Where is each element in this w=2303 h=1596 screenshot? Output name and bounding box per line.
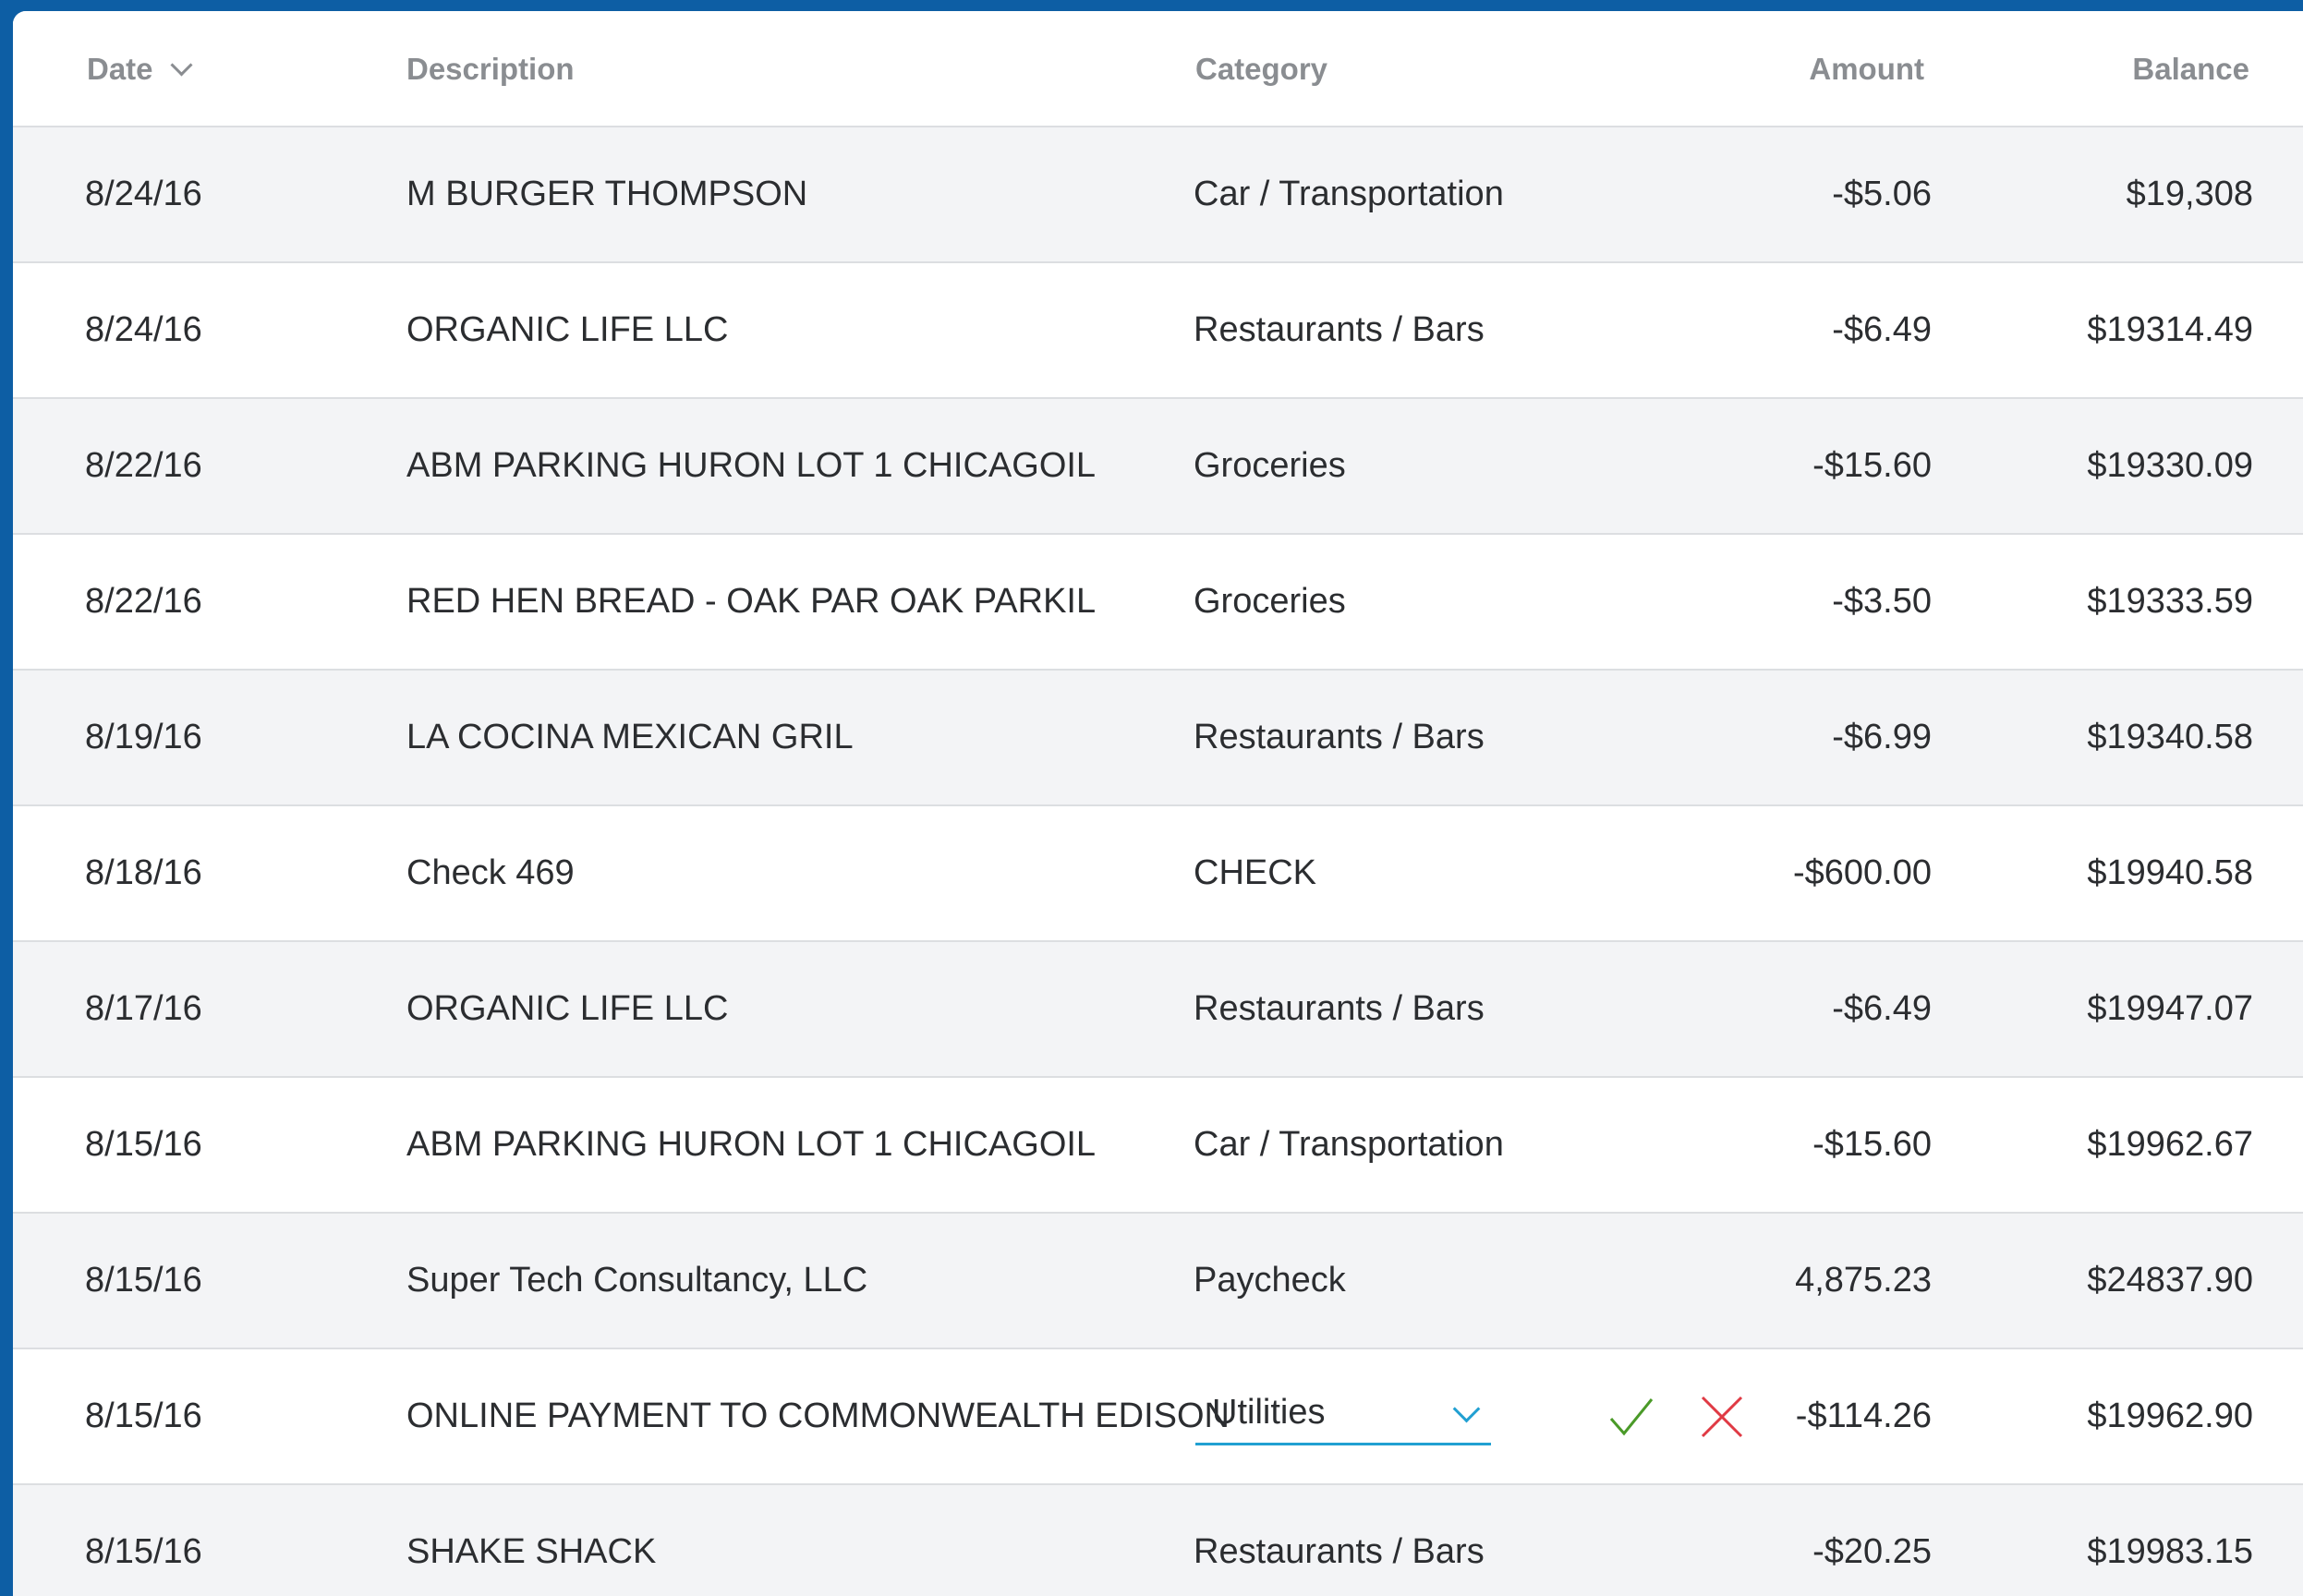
row-description: ABM PARKING HURON LOT 1 CHICAGOIL (406, 1125, 1097, 1164)
row-balance: $19983.15 (2087, 1532, 2253, 1571)
row-amount: -$20.25 (1812, 1532, 1932, 1571)
confirm-category-button[interactable] (1602, 1349, 1661, 1483)
row-amount: -$6.49 (1832, 989, 1932, 1028)
row-balance: $24837.90 (2087, 1261, 2253, 1300)
row-date: 8/19/16 (85, 718, 202, 756)
row-balance: $19333.59 (2087, 582, 2253, 621)
row-description: M BURGER THOMPSON (406, 175, 808, 213)
row-description: Super Tech Consultancy, LLC (406, 1261, 868, 1300)
row-category[interactable]: Restaurants / Bars (1194, 942, 1485, 1076)
row-category[interactable]: CHECK (1194, 806, 1316, 940)
row-category[interactable]: Restaurants / Bars (1194, 263, 1485, 397)
row-category[interactable]: Car / Transportation (1194, 127, 1504, 261)
row-category[interactable]: Groceries (1194, 399, 1346, 533)
row-amount: -$3.50 (1832, 582, 1932, 621)
category-dropdown[interactable]: Utilities (1195, 1383, 1491, 1445)
row-category[interactable]: Groceries (1194, 535, 1346, 669)
row-category[interactable]: Restaurants / Bars (1194, 671, 1485, 804)
column-header-balance[interactable]: Balance (2132, 11, 2249, 127)
row-date: 8/22/16 (85, 582, 202, 621)
table-header: Date Description Category Amount Balance (13, 11, 2303, 127)
row-category[interactable]: Car / Transportation (1194, 1078, 1504, 1212)
checkmark-icon (1609, 1397, 1654, 1435)
row-amount: -$5.06 (1832, 175, 1932, 213)
column-header-description[interactable]: Description (406, 11, 575, 127)
column-header-amount[interactable]: Amount (1809, 11, 1924, 127)
row-description: RED HEN BREAD - OAK PAR OAK PARKIL (406, 582, 1097, 621)
row-balance: $19940.58 (2087, 853, 2253, 892)
row-amount: -$15.60 (1812, 1125, 1932, 1164)
table-row[interactable]: 8/22/16 ABM PARKING HURON LOT 1 CHICAGOI… (13, 399, 2303, 535)
row-date: 8/15/16 (85, 1261, 202, 1300)
table-row[interactable]: 8/17/16 ORGANIC LIFE LLC Restaurants / B… (13, 942, 2303, 1078)
row-description: ONLINE PAYMENT TO COMMONWEALTH EDISON (406, 1396, 1230, 1435)
row-category[interactable]: Restaurants / Bars (1194, 1485, 1485, 1596)
row-description: ORGANIC LIFE LLC (406, 310, 729, 349)
row-balance: $19330.09 (2087, 446, 2253, 485)
row-balance: $19947.07 (2087, 989, 2253, 1028)
sort-chevron-down-icon[interactable] (170, 53, 193, 77)
row-amount: -$600.00 (1792, 853, 1932, 892)
transaction-rows: 8/24/16 M BURGER THOMPSON Car / Transpor… (13, 127, 2303, 1596)
row-amount: -$114.26 (1795, 1396, 1932, 1435)
row-balance: $19962.67 (2087, 1125, 2253, 1164)
row-date: 8/22/16 (85, 446, 202, 485)
row-description: Check 469 (406, 853, 575, 892)
row-description: ORGANIC LIFE LLC (406, 989, 729, 1028)
table-row[interactable]: 8/19/16 LA COCINA MEXICAN GRIL Restauran… (13, 671, 2303, 806)
row-description: SHAKE SHACK (406, 1532, 657, 1571)
row-date: 8/24/16 (85, 175, 202, 213)
row-balance: $19314.49 (2087, 310, 2253, 349)
row-balance: $19962.90 (2087, 1396, 2253, 1435)
table-row[interactable]: 8/18/16 Check 469 CHECK -$600.00 $19940.… (13, 806, 2303, 942)
row-date: 8/15/16 (85, 1532, 202, 1571)
table-row[interactable]: 8/15/16 SHAKE SHACK Restaurants / Bars -… (13, 1485, 2303, 1596)
row-date: 8/15/16 (85, 1125, 202, 1164)
table-row[interactable]: 8/24/16 M BURGER THOMPSON Car / Transpor… (13, 127, 2303, 263)
transactions-panel: Date Description Category Amount Balance… (13, 11, 2303, 1596)
category-dropdown-value: Utilities (1212, 1393, 1326, 1432)
row-date: 8/17/16 (85, 989, 202, 1028)
cancel-category-button[interactable] (1692, 1349, 1751, 1483)
table-row[interactable]: 8/24/16 ORGANIC LIFE LLC Restaurants / B… (13, 263, 2303, 399)
row-description: LA COCINA MEXICAN GRIL (406, 718, 854, 756)
row-date: 8/15/16 (85, 1396, 202, 1435)
row-date: 8/18/16 (85, 853, 202, 892)
column-header-date-label: Date (87, 52, 153, 86)
table-row-editing[interactable]: 8/15/16 ONLINE PAYMENT TO COMMONWEALTH E… (13, 1349, 2303, 1485)
row-amount: -$6.49 (1832, 310, 1932, 349)
chevron-down-icon[interactable] (1452, 1395, 1481, 1423)
row-balance: $19,308 (2126, 175, 2253, 213)
row-amount: 4,875.23 (1795, 1261, 1932, 1300)
close-icon (1701, 1396, 1743, 1437)
table-row[interactable]: 8/22/16 RED HEN BREAD - OAK PAR OAK PARK… (13, 535, 2303, 671)
table-row[interactable]: 8/15/16 Super Tech Consultancy, LLC Payc… (13, 1214, 2303, 1349)
row-amount: -$15.60 (1812, 446, 1932, 485)
table-row[interactable]: 8/15/16 ABM PARKING HURON LOT 1 CHICAGOI… (13, 1078, 2303, 1214)
row-balance: $19340.58 (2087, 718, 2253, 756)
row-amount: -$6.99 (1832, 718, 1932, 756)
row-description: ABM PARKING HURON LOT 1 CHICAGOIL (406, 446, 1097, 485)
column-header-date[interactable]: Date (87, 11, 193, 127)
row-category[interactable]: Paycheck (1194, 1214, 1346, 1348)
row-date: 8/24/16 (85, 310, 202, 349)
column-header-category[interactable]: Category (1195, 11, 1327, 127)
